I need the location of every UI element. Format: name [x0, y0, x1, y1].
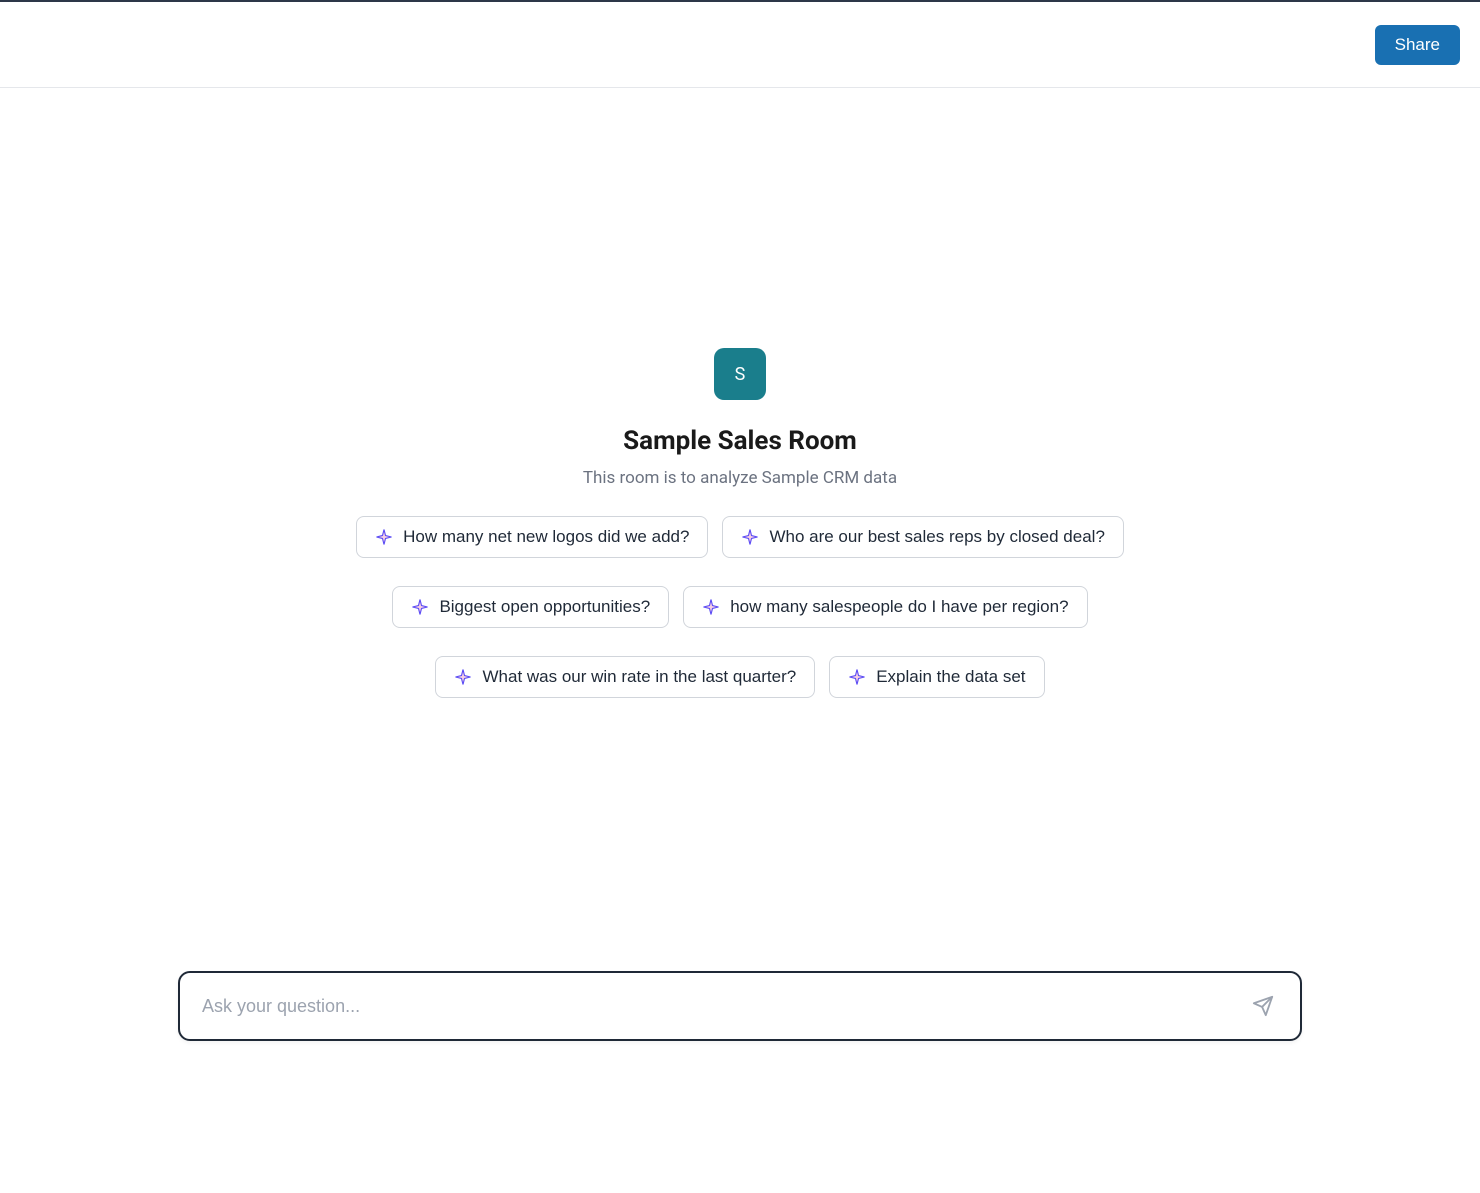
- sparkle-icon: [848, 668, 866, 686]
- suggestion-label: Explain the data set: [876, 667, 1025, 687]
- sparkle-icon: [375, 528, 393, 546]
- suggestion-label: Who are our best sales reps by closed de…: [769, 527, 1104, 547]
- suggestion-label: Biggest open opportunities?: [439, 597, 650, 617]
- suggestion-chip-6[interactable]: Explain the data set: [829, 656, 1044, 698]
- question-input[interactable]: [202, 996, 1248, 1017]
- room-title: Sample Sales Room: [623, 426, 857, 456]
- room-avatar: S: [714, 348, 766, 400]
- sparkle-icon: [741, 528, 759, 546]
- suggestion-label: What was our win rate in the last quarte…: [482, 667, 796, 687]
- suggestions-container: How many net new logos did we add? Who a…: [230, 516, 1250, 698]
- suggestion-label: How many net new logos did we add?: [403, 527, 689, 547]
- room-description: This room is to analyze Sample CRM data: [583, 468, 897, 488]
- sparkle-icon: [411, 598, 429, 616]
- suggestion-chip-3[interactable]: Biggest open opportunities?: [392, 586, 669, 628]
- send-icon: [1252, 995, 1274, 1017]
- sparkle-icon: [454, 668, 472, 686]
- main-content: S Sample Sales Room This room is to anal…: [0, 88, 1480, 698]
- suggestion-chip-4[interactable]: how many salespeople do I have per regio…: [683, 586, 1087, 628]
- suggestion-chip-1[interactable]: How many net new logos did we add?: [356, 516, 708, 558]
- input-container: [178, 971, 1302, 1041]
- sparkle-icon: [702, 598, 720, 616]
- send-button[interactable]: [1248, 991, 1278, 1021]
- suggestion-chip-2[interactable]: Who are our best sales reps by closed de…: [722, 516, 1123, 558]
- header: Share: [0, 2, 1480, 88]
- suggestion-chip-5[interactable]: What was our win rate in the last quarte…: [435, 656, 815, 698]
- suggestion-label: how many salespeople do I have per regio…: [730, 597, 1068, 617]
- share-button[interactable]: Share: [1375, 25, 1460, 65]
